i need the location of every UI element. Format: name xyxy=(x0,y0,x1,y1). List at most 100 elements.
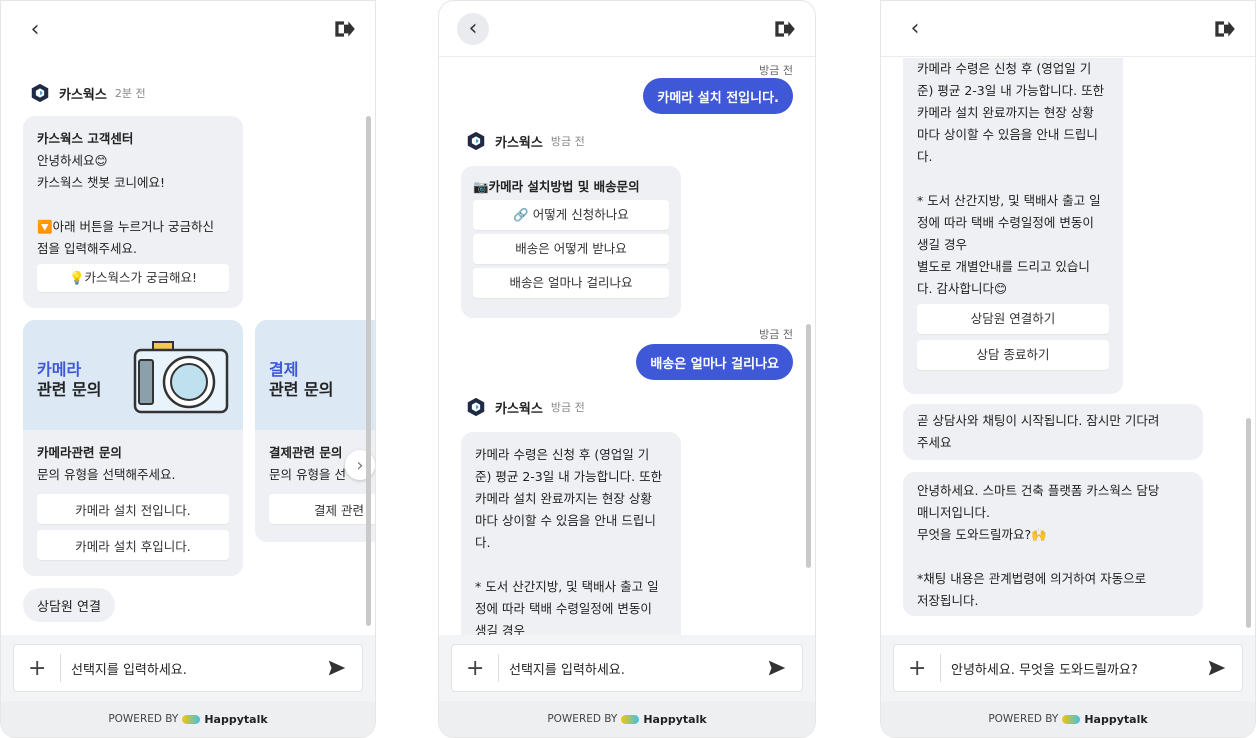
wait-line: 곧 상담사와 채팅이 시작됩니다. 잠시만 기다려 xyxy=(917,413,1160,428)
text-line: 다. xyxy=(917,149,933,164)
chat-body: 카스웍스 2분 전 카스웍스 고객센터 안녕하세요😊 카스웍스 챗봇 코니에요!… xyxy=(1,58,375,635)
message-time: 방금 전 xyxy=(759,64,793,77)
menu-bubble: 📷카메라 설치방법 및 배송문의 🔗 어떻게 신청하나요 배송은 어떻게 받나요… xyxy=(461,166,681,318)
send-icon[interactable] xyxy=(766,657,788,679)
input-divider xyxy=(60,654,61,682)
chat-panel-1: ‹ 카스웍스 2분 전 카스웍스 고객센터 안녕하세요😊 카스웍스 챗봇 코니에… xyxy=(0,0,376,738)
send-icon[interactable] xyxy=(1206,657,1228,679)
bot-name: 카스웍스 xyxy=(59,87,107,103)
exit-icon[interactable] xyxy=(1211,16,1237,42)
how-to-apply-button[interactable]: 🔗 어떻게 신청하나요 xyxy=(473,200,669,230)
bot-time: 2분 전 xyxy=(114,87,146,100)
agent-text: 안녕하세요. 스마트 건축 플랫폼 카스웍스 담당 매니저입니다. 무엇을 도와드릴… xyxy=(917,480,1189,612)
text-line xyxy=(475,554,667,576)
welcome-line: 점을 입력해주세요. xyxy=(37,241,137,256)
back-button[interactable]: ‹ xyxy=(19,13,51,45)
text-line xyxy=(917,168,1109,190)
powered-by-text: POWERED BY xyxy=(108,713,179,725)
text-line: 다. 감사합니다😊 xyxy=(917,281,1007,296)
card-heading: 카메라관련 문의 xyxy=(37,445,122,460)
reply-bubble: 카메라 수령은 신청 후 (영업일 기 준) 평균 2-3일 내 가능합니다. 또… xyxy=(903,58,1123,394)
plus-icon[interactable]: + xyxy=(466,656,492,681)
delivery-how-button[interactable]: 배송은 어떻게 받나요 xyxy=(473,234,669,264)
camera-card: 카메라 관련 문의 카메라관련 문의 문의 유형을 선택해주세요. 카메라 설치… xyxy=(23,320,243,576)
text-line: 생길 경우 xyxy=(475,623,525,635)
plus-icon[interactable]: + xyxy=(908,656,934,681)
camera-icon xyxy=(133,341,229,414)
text-line xyxy=(917,546,1189,568)
plus-icon[interactable]: + xyxy=(28,656,54,681)
text-line: 정에 따라 택배 수령일정에 변동이 xyxy=(475,601,652,616)
text-line: 준) 평균 2-3일 내 가능합니다. 또한 xyxy=(917,83,1105,98)
back-button[interactable]: ‹ xyxy=(899,13,931,45)
welcome-line: 안녕하세요😊 xyxy=(37,153,108,168)
curious-button[interactable]: 💡카스웍스가 궁금해요! xyxy=(37,264,229,292)
exit-icon[interactable] xyxy=(331,16,357,42)
input-bar: + 선택지를 입력하세요. xyxy=(1,635,375,701)
message-input[interactable]: 안녕하세요. 무엇을 도와드릴까요? xyxy=(951,659,1206,678)
scrollbar[interactable] xyxy=(366,116,371,626)
bot-header: 카스웍스 방금 전 xyxy=(465,396,585,418)
scrollbar[interactable] xyxy=(1246,418,1251,628)
chat-header: ‹ xyxy=(439,1,815,57)
bot-name: 카스웍스 xyxy=(495,135,543,151)
text-line: 매니저입니다. xyxy=(917,505,990,520)
text-line: 마다 상이할 수 있음을 안내 드립니 xyxy=(917,127,1098,142)
text-line: 준) 평균 2-3일 내 가능합니다. 또한 xyxy=(475,469,663,484)
user-message: 배송은 얼마나 걸리나요 xyxy=(636,344,793,380)
chat-header: ‹ xyxy=(881,1,1255,57)
powered-by-text: POWERED BY xyxy=(988,713,1059,725)
card-banner: 카메라 관련 문의 xyxy=(23,320,243,430)
text-line: 정에 따라 택배 수령일정에 변동이 xyxy=(917,215,1094,230)
brand-name: Happytalk xyxy=(643,712,707,726)
agent-bubble: 안녕하세요. 스마트 건축 플랫폼 카스웍스 담당 매니저입니다. 무엇을 도와드릴… xyxy=(903,472,1203,616)
chat-header: ‹ xyxy=(1,1,375,57)
bot-header: 카스웍스 2분 전 xyxy=(29,82,146,104)
text-line: * 도서 산간지방, 및 택배사 출고 일 xyxy=(475,579,659,594)
powered-footer: POWERED BY Happytalk xyxy=(1,701,375,737)
caswork-logo-icon xyxy=(31,83,49,103)
text-line: 카메라 설치 완료까지는 현장 상황 xyxy=(917,105,1094,120)
camera-after-button[interactable]: 카메라 설치 후입니다. xyxy=(37,530,229,560)
input-box[interactable]: + 선택지를 입력하세요. xyxy=(13,644,363,692)
text-line: 카메라 설치 완료까지는 현장 상황 xyxy=(475,491,652,506)
bot-name: 카스웍스 xyxy=(495,401,543,417)
menu-title: 📷카메라 설치방법 및 배송문의 xyxy=(473,179,640,194)
exit-icon[interactable] xyxy=(771,16,797,42)
input-divider xyxy=(940,654,941,682)
text-line: 카메라 수령은 신청 후 (영업일 기 xyxy=(475,447,650,462)
agent-connect-button[interactable]: 상담원 연결 xyxy=(23,588,115,622)
message-time: 방금 전 xyxy=(759,328,793,341)
input-bar: + 선택지를 입력하세요. xyxy=(439,635,815,701)
brand-name: Happytalk xyxy=(1084,712,1148,726)
end-chat-button[interactable]: 상담 종료하기 xyxy=(917,340,1109,370)
text-line: 마다 상이할 수 있음을 안내 드립니 xyxy=(475,513,656,528)
card-desc: 문의 유형을 선택해주세요. xyxy=(37,467,176,482)
connect-agent-button[interactable]: 상담원 연결하기 xyxy=(917,304,1109,334)
send-icon[interactable] xyxy=(326,657,348,679)
card-banner: 결제 관련 문의 xyxy=(255,320,375,430)
chat-panel-2: ‹ 방금 전 카메라 설치 전입니다. 카스웍스 방금 전 📷카메라 설치방법 … xyxy=(438,0,816,738)
input-bar: + 안녕하세요. 무엇을 도와드릴까요? xyxy=(881,635,1255,701)
reply-bubble: 카메라 수령은 신청 후 (영업일 기준) 평균 2-3일 내 가능합니다. 또… xyxy=(461,432,681,635)
caswork-logo-icon xyxy=(467,397,485,417)
wait-bubble: 곧 상담사와 채팅이 시작됩니다. 잠시만 기다려 주세요 xyxy=(903,404,1203,460)
delivery-time-button[interactable]: 배송은 얼마나 걸리나요 xyxy=(473,268,669,298)
bot-time: 방금 전 xyxy=(550,135,585,148)
camera-before-button[interactable]: 카메라 설치 전입니다. xyxy=(37,494,229,524)
bot-time: 방금 전 xyxy=(550,401,585,414)
welcome-bubble: 카스웍스 고객센터 안녕하세요😊 카스웍스 챗봇 코니에요! 🔽아래 버튼을 누… xyxy=(23,116,243,308)
payment-option-button[interactable]: 결제 관련 xyxy=(269,494,375,524)
input-box[interactable]: + 선택지를 입력하세요. xyxy=(451,644,803,692)
message-input[interactable]: 선택지를 입력하세요. xyxy=(509,659,766,678)
welcome-line: 카스웍스 챗봇 코니에요! xyxy=(37,175,165,190)
message-input[interactable]: 선택지를 입력하세요. xyxy=(71,659,326,678)
card-title: 관련 문의 xyxy=(269,380,334,399)
scrollbar[interactable] xyxy=(806,324,811,568)
text-line: 다. xyxy=(475,535,491,550)
payment-card: 결제 관련 문의 결제관련 문의 문의 유형을 선 결제 관련 xyxy=(255,320,375,542)
text-line: 안녕하세요. 스마트 건축 플랫폼 카스웍스 담당 xyxy=(917,483,1160,498)
back-button[interactable]: ‹ xyxy=(457,12,489,45)
happytalk-logo-icon xyxy=(1062,714,1081,724)
input-box[interactable]: + 안녕하세요. 무엇을 도와드릴까요? xyxy=(893,644,1243,692)
